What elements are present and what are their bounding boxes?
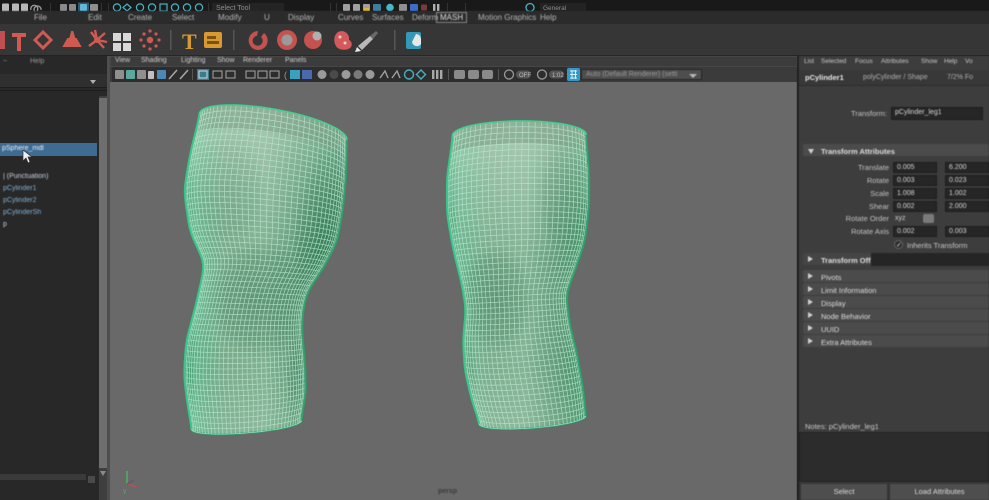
svg-text:1:02: 1:02 (552, 73, 564, 79)
svg-text:T: T (182, 29, 197, 54)
svg-text:OFF: OFF (519, 73, 531, 79)
svg-text:y: y (123, 488, 127, 494)
svg-text:(: ( (284, 70, 287, 80)
